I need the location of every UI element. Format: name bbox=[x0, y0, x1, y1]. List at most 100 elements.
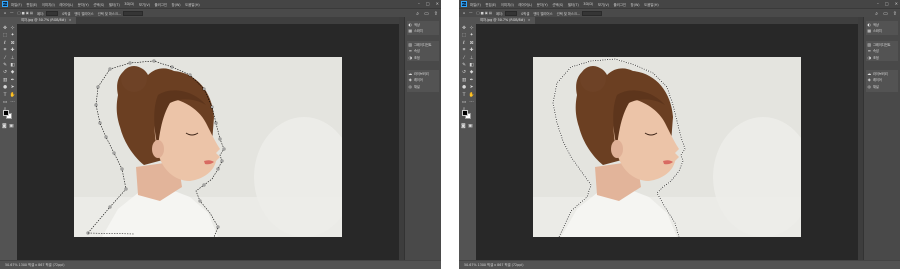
eyedropper-icon[interactable]: ⁄ bbox=[5, 56, 6, 61]
document-tab[interactable]: 여자.jpg @ 50.7% (RGB/8#) × bbox=[17, 17, 76, 24]
spot-heal-icon[interactable]: ✚ bbox=[11, 48, 15, 53]
foreground-color-swatch[interactable] bbox=[462, 110, 468, 116]
screen-mode-icon[interactable]: ▣ bbox=[9, 124, 14, 129]
dodge-icon[interactable]: ● bbox=[462, 85, 466, 90]
more-tools-icon[interactable]: ⋯ bbox=[10, 100, 15, 105]
menu-view[interactable]: 보기(V) bbox=[598, 2, 609, 7]
selection-mode-buttons[interactable]: □ ■ ▣ ▤ bbox=[17, 11, 33, 15]
pen-icon[interactable]: ✒ bbox=[11, 78, 15, 83]
history-brush-icon[interactable]: ↺ bbox=[3, 70, 7, 75]
blur-icon[interactable]: ◆ bbox=[11, 70, 15, 75]
feather-input[interactable] bbox=[505, 10, 518, 16]
workspace-icon[interactable]: ▭ bbox=[883, 11, 888, 17]
menu-plugins[interactable]: 플러그인 bbox=[614, 2, 626, 7]
panel-swatches[interactable]: ▦ 스와치 bbox=[407, 28, 439, 35]
panel-swatches[interactable]: ▦ 스와치 bbox=[866, 28, 898, 35]
minimize-icon[interactable]: – bbox=[418, 1, 420, 6]
path-select-icon[interactable]: ➤ bbox=[470, 85, 474, 90]
menu-window[interactable]: 창(W) bbox=[172, 2, 181, 7]
document-tab[interactable]: 여자.jpg @ 50.7% (RGB/8#) × bbox=[476, 17, 535, 24]
maximize-icon[interactable]: □ bbox=[885, 1, 889, 6]
type-icon[interactable]: T bbox=[463, 93, 466, 98]
spot-heal-icon[interactable]: ✚ bbox=[470, 48, 474, 53]
history-brush-icon[interactable]: ↺ bbox=[462, 70, 466, 75]
marquee-icon[interactable]: ⬚ bbox=[462, 33, 466, 38]
anti-alias-checkbox[interactable]: 앤티 앨리어스 bbox=[533, 11, 552, 16]
rectangle-icon[interactable]: ▭ bbox=[462, 100, 466, 105]
frame-icon[interactable]: ⊠ bbox=[11, 41, 15, 46]
menu-3d[interactable]: 3D(D) bbox=[583, 2, 593, 6]
quick-mask-icon[interactable]: ◙ bbox=[461, 124, 466, 129]
menu-layer[interactable]: 레이어(L) bbox=[59, 2, 73, 7]
quick-select-icon[interactable]: ✦ bbox=[11, 33, 15, 38]
selection-mode-buttons[interactable]: □ ■ ▣ ▤ bbox=[476, 11, 492, 15]
menu-image[interactable]: 이미지(I) bbox=[42, 2, 55, 7]
menu-edit[interactable]: 편집(E) bbox=[485, 2, 496, 7]
anti-alias-checkbox[interactable]: 앤티 앨리어스 bbox=[74, 11, 93, 16]
menu-plugins[interactable]: 플러그인 bbox=[155, 2, 167, 7]
menu-filter[interactable]: 필터(T) bbox=[568, 2, 579, 7]
home-icon[interactable]: ⌂ bbox=[463, 11, 465, 15]
menu-help[interactable]: 도움말(H) bbox=[185, 2, 200, 7]
search-icon[interactable]: ⌕ bbox=[416, 11, 419, 17]
clone-stamp-icon[interactable]: ⊥ bbox=[10, 56, 14, 61]
eraser-icon[interactable]: ◧ bbox=[469, 63, 473, 68]
lasso-icon[interactable]: ℓ bbox=[463, 41, 465, 46]
photoshop-logo-icon[interactable]: Ps bbox=[461, 1, 467, 7]
menu-filter[interactable]: 필터(T) bbox=[109, 2, 120, 7]
dodge-icon[interactable]: ● bbox=[3, 85, 7, 90]
type-icon[interactable]: T bbox=[4, 93, 7, 98]
menu-select[interactable]: 선택(S) bbox=[93, 2, 104, 7]
marquee-icon[interactable]: ⬚ bbox=[3, 33, 7, 38]
maximize-icon[interactable]: □ bbox=[426, 1, 430, 6]
close-icon[interactable]: ✕ bbox=[895, 1, 898, 6]
home-icon[interactable]: ⌂ bbox=[4, 11, 6, 15]
menu-image[interactable]: 이미지(I) bbox=[501, 2, 514, 7]
clone-stamp-icon[interactable]: ⊥ bbox=[469, 56, 473, 61]
lasso-tool-preset-icon[interactable]: ⌒ bbox=[469, 11, 472, 16]
eraser-icon[interactable]: ◧ bbox=[10, 63, 14, 68]
select-and-mask-button[interactable]: 선택 및 마스크... bbox=[557, 11, 580, 16]
path-select-icon[interactable]: ➤ bbox=[11, 85, 15, 90]
pen-icon[interactable]: ✒ bbox=[470, 78, 474, 83]
artboard-icon[interactable]: ⊹ bbox=[470, 26, 474, 31]
menu-help[interactable]: 도움말(H) bbox=[644, 2, 659, 7]
canvas-image[interactable] bbox=[533, 57, 801, 237]
gradient-icon[interactable]: ▥ bbox=[462, 78, 466, 83]
crop-icon[interactable]: ⌗ bbox=[4, 48, 7, 53]
photoshop-logo-icon[interactable]: Ps bbox=[2, 1, 8, 7]
menu-file[interactable]: 파일(F) bbox=[470, 2, 481, 7]
foreground-color-swatch[interactable] bbox=[3, 110, 9, 116]
close-icon[interactable]: ✕ bbox=[436, 1, 439, 6]
hand-icon[interactable]: ✋ bbox=[10, 93, 16, 98]
minimize-icon[interactable]: – bbox=[877, 1, 879, 6]
crop-icon[interactable]: ⌗ bbox=[463, 48, 466, 53]
menu-type[interactable]: 문자(Y) bbox=[537, 2, 548, 7]
move-icon[interactable]: ✥ bbox=[3, 26, 7, 31]
close-tab-icon[interactable]: × bbox=[528, 18, 531, 22]
artboard-icon[interactable]: ⊹ bbox=[11, 26, 15, 31]
move-icon[interactable]: ✥ bbox=[462, 26, 466, 31]
menu-layer[interactable]: 레이어(L) bbox=[518, 2, 532, 7]
menu-3d[interactable]: 3D(D) bbox=[124, 2, 134, 6]
canvas-image[interactable] bbox=[74, 57, 342, 237]
feather-input[interactable] bbox=[46, 10, 59, 16]
search-icon[interactable]: ⌕ bbox=[875, 11, 878, 17]
menu-type[interactable]: 문자(Y) bbox=[78, 2, 89, 7]
blur-icon[interactable]: ◆ bbox=[470, 70, 474, 75]
lasso-tool-preset-icon[interactable]: ⌒ bbox=[10, 11, 13, 16]
menu-window[interactable]: 창(W) bbox=[631, 2, 640, 7]
gradient-icon[interactable]: ▥ bbox=[3, 78, 7, 83]
share-icon[interactable]: ⇪ bbox=[434, 11, 438, 17]
screen-mode-icon[interactable]: ▣ bbox=[468, 124, 473, 129]
menu-select[interactable]: 선택(S) bbox=[552, 2, 563, 7]
brush-icon[interactable]: ✎ bbox=[3, 63, 7, 68]
select-and-mask-button[interactable]: 선택 및 마스크... bbox=[98, 11, 121, 16]
frame-icon[interactable]: ⊠ bbox=[470, 41, 474, 46]
panel-channels[interactable]: ◎ 채널 bbox=[407, 83, 439, 90]
panel-adjustments[interactable]: ◑ 조정 bbox=[407, 54, 439, 61]
select-and-mask-field[interactable] bbox=[123, 10, 144, 16]
quick-mask-icon[interactable]: ◙ bbox=[2, 124, 7, 129]
share-icon[interactable]: ⇪ bbox=[893, 11, 897, 17]
more-tools-icon[interactable]: ⋯ bbox=[469, 100, 474, 105]
